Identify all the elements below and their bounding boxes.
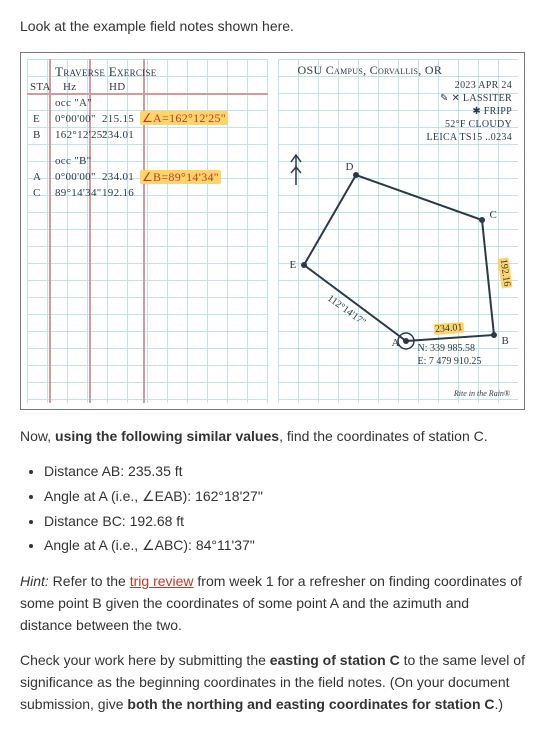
intro-text: Look at the example field notes shown he…: [20, 16, 525, 38]
meta-names: ✎ ✕ LASSITER: [440, 92, 512, 105]
meta-fripp: ✱ FRIPP: [472, 105, 512, 118]
pt-E: E: [290, 257, 297, 274]
col-hz: Hz: [63, 79, 76, 96]
notes-right-sheet: OSU Campus, Corvallis, OR 2023 APR 24 ✎ …: [278, 59, 519, 403]
cell: 0°00'00": [55, 111, 96, 128]
given-item: Angle at A (i.e., ∠ABC): 84°11'37": [44, 535, 525, 557]
meta-instrument: LEICA TS15 ..0234: [427, 131, 512, 144]
location-title: OSU Campus, Corvallis, OR: [298, 61, 443, 80]
pt-C: C: [490, 207, 497, 224]
meta-date: 2023 APR 24: [455, 79, 512, 92]
cell: 234.01: [102, 127, 134, 144]
pt-A: A: [392, 335, 400, 352]
len-bc: 192.16: [495, 257, 514, 288]
field-notes-figure: Traverse Exercise STA Hz HD occ "A" E 0°…: [20, 52, 525, 410]
trig-review-link[interactable]: trig review: [130, 573, 194, 589]
given-item: Distance AB: 235.35 ft: [44, 461, 525, 483]
pt-B: B: [502, 333, 509, 350]
given-item: Distance BC: 192.68 ft: [44, 511, 525, 533]
cell: 0°00'00": [55, 169, 96, 186]
occupy-b-header: occ "B": [55, 153, 91, 170]
cell: C: [33, 185, 41, 202]
cell: 89°14'34": [55, 185, 102, 202]
occupy-a-header: occ "A": [55, 95, 92, 112]
angle-b-annotation: ∠B=89°14'34": [140, 168, 221, 187]
cell: 192.16: [102, 185, 134, 202]
hint-text: Hint: Refer to the trig review from week…: [20, 571, 525, 636]
col-hd: HD: [109, 79, 126, 96]
given-item: Angle at A (i.e., ∠EAB): 162°18'27": [44, 486, 525, 508]
cell: A: [33, 169, 41, 186]
traverse-svg: [284, 145, 519, 375]
given-values-list: Distance AB: 235.35 ft Angle at A (i.e.,…: [44, 461, 525, 557]
cell: 215.15: [102, 111, 134, 128]
cell: E: [33, 111, 40, 128]
check-work-text: Check your work here by submitting the e…: [20, 650, 525, 715]
cell: 162°12'25": [55, 127, 107, 144]
col-sta: STA: [30, 79, 51, 96]
cell: B: [33, 127, 41, 144]
len-ab: 234.01: [433, 320, 464, 338]
cell: 234.01: [102, 169, 134, 186]
coord-e: E: 7 479 910.25: [418, 354, 482, 370]
paper-credit: Rite in the Rain®: [454, 388, 510, 400]
traverse-plot: A B C D E 192.16 234.01 112°14'17" N: 33…: [284, 145, 513, 383]
notes-left-sheet: Traverse Exercise STA Hz HD occ "A" E 0°…: [27, 59, 268, 403]
pt-D: D: [346, 159, 354, 176]
transition-text: Now, using the following similar values,…: [20, 426, 525, 448]
meta-weather: 52°F CLOUDY: [445, 118, 512, 131]
angle-a-annotation: ∠A=162°12'25": [140, 109, 228, 128]
